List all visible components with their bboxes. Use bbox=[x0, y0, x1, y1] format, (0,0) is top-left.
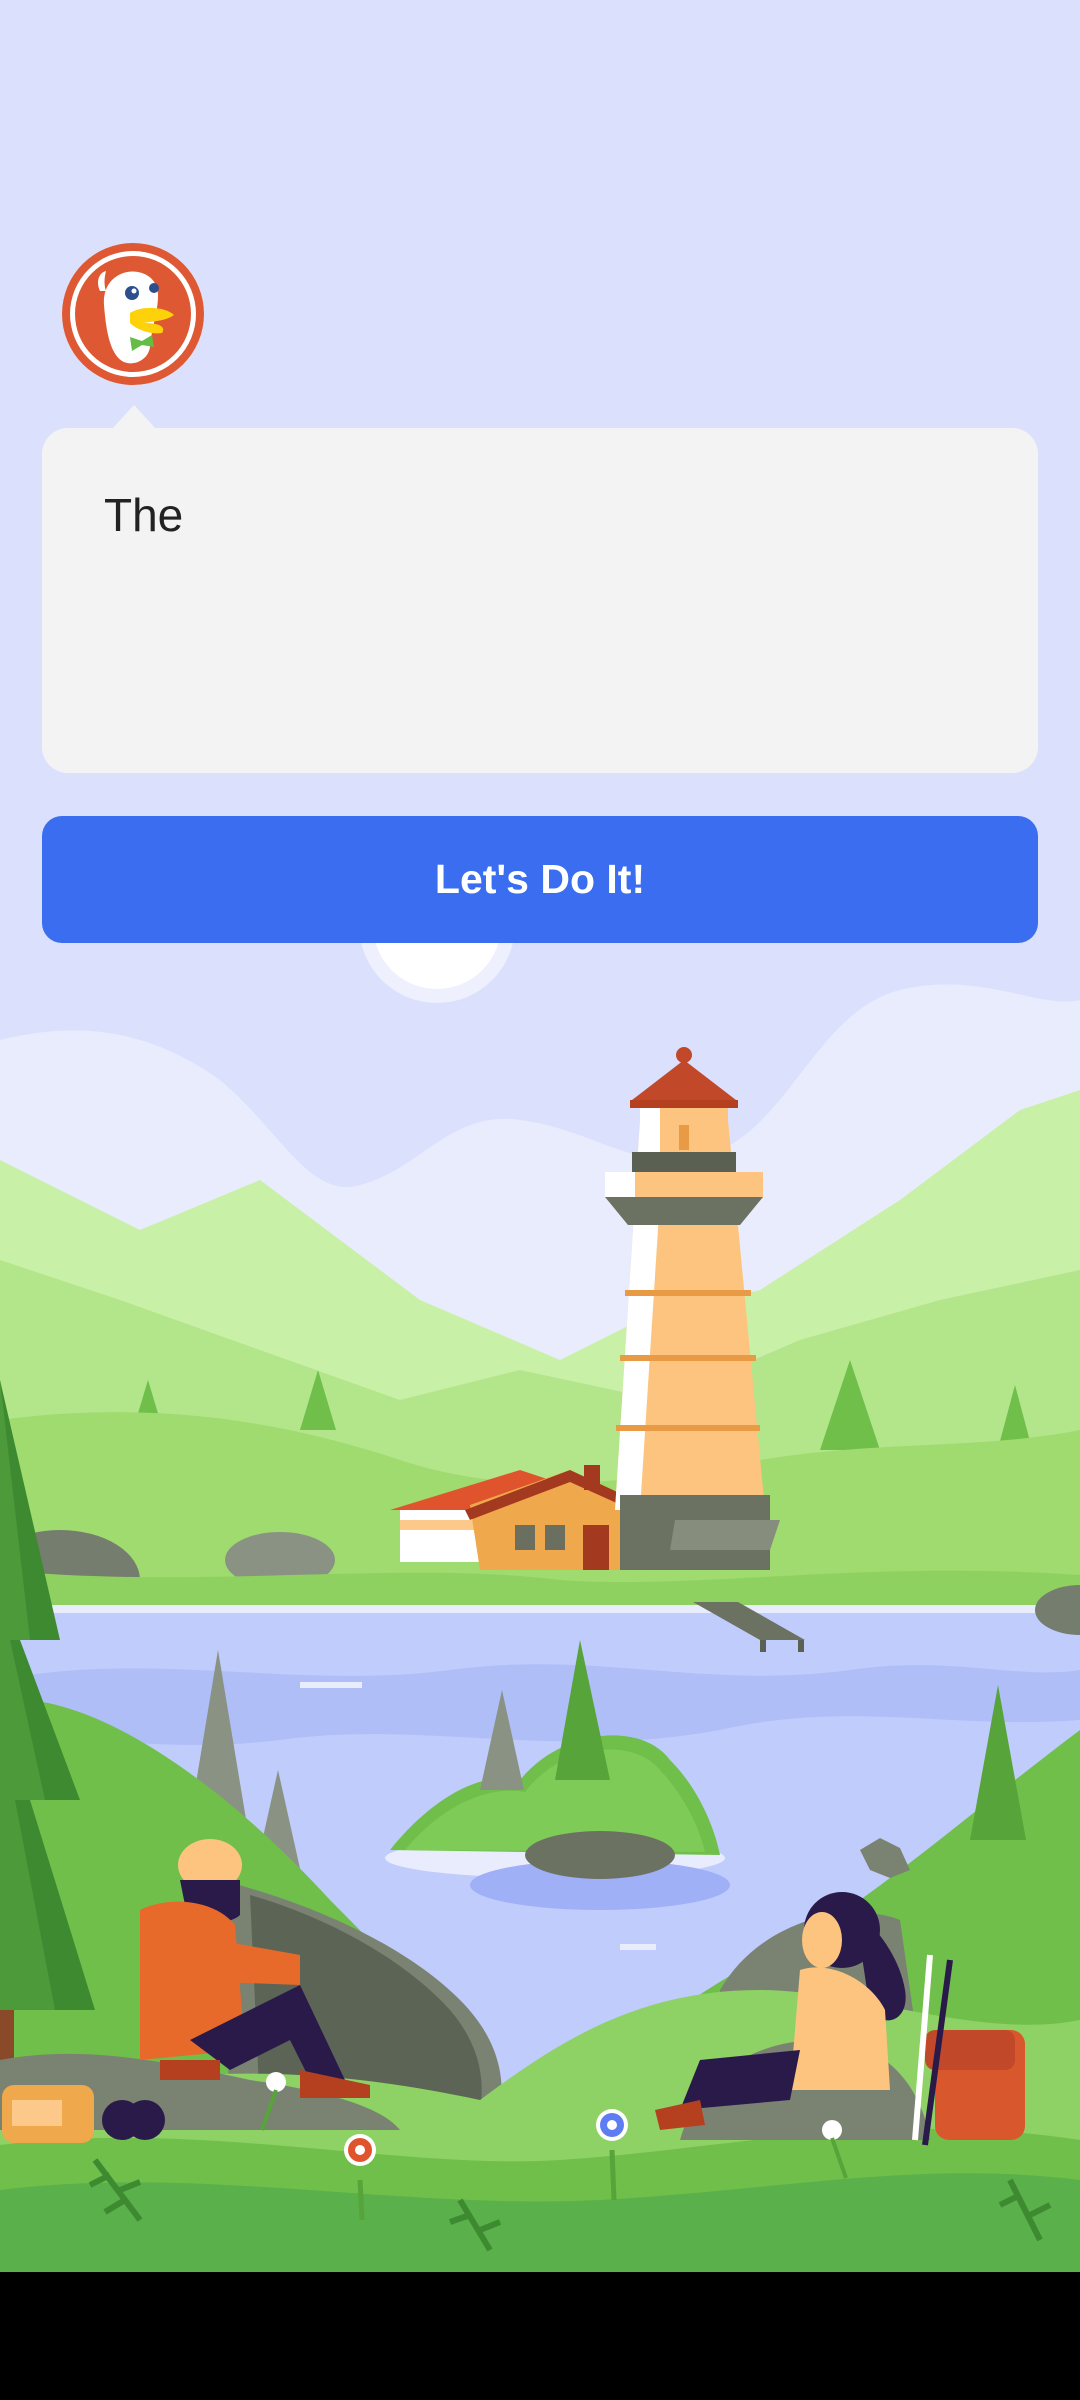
onboarding-message-text: The bbox=[104, 489, 184, 541]
speech-bubble-tail bbox=[112, 405, 156, 429]
duckduckgo-logo-icon bbox=[62, 243, 204, 385]
lets-do-it-button[interactable]: Let's Do It! bbox=[42, 816, 1038, 943]
onboarding-speech-bubble: The bbox=[42, 428, 1038, 773]
system-navigation-bar bbox=[0, 2272, 1080, 2400]
